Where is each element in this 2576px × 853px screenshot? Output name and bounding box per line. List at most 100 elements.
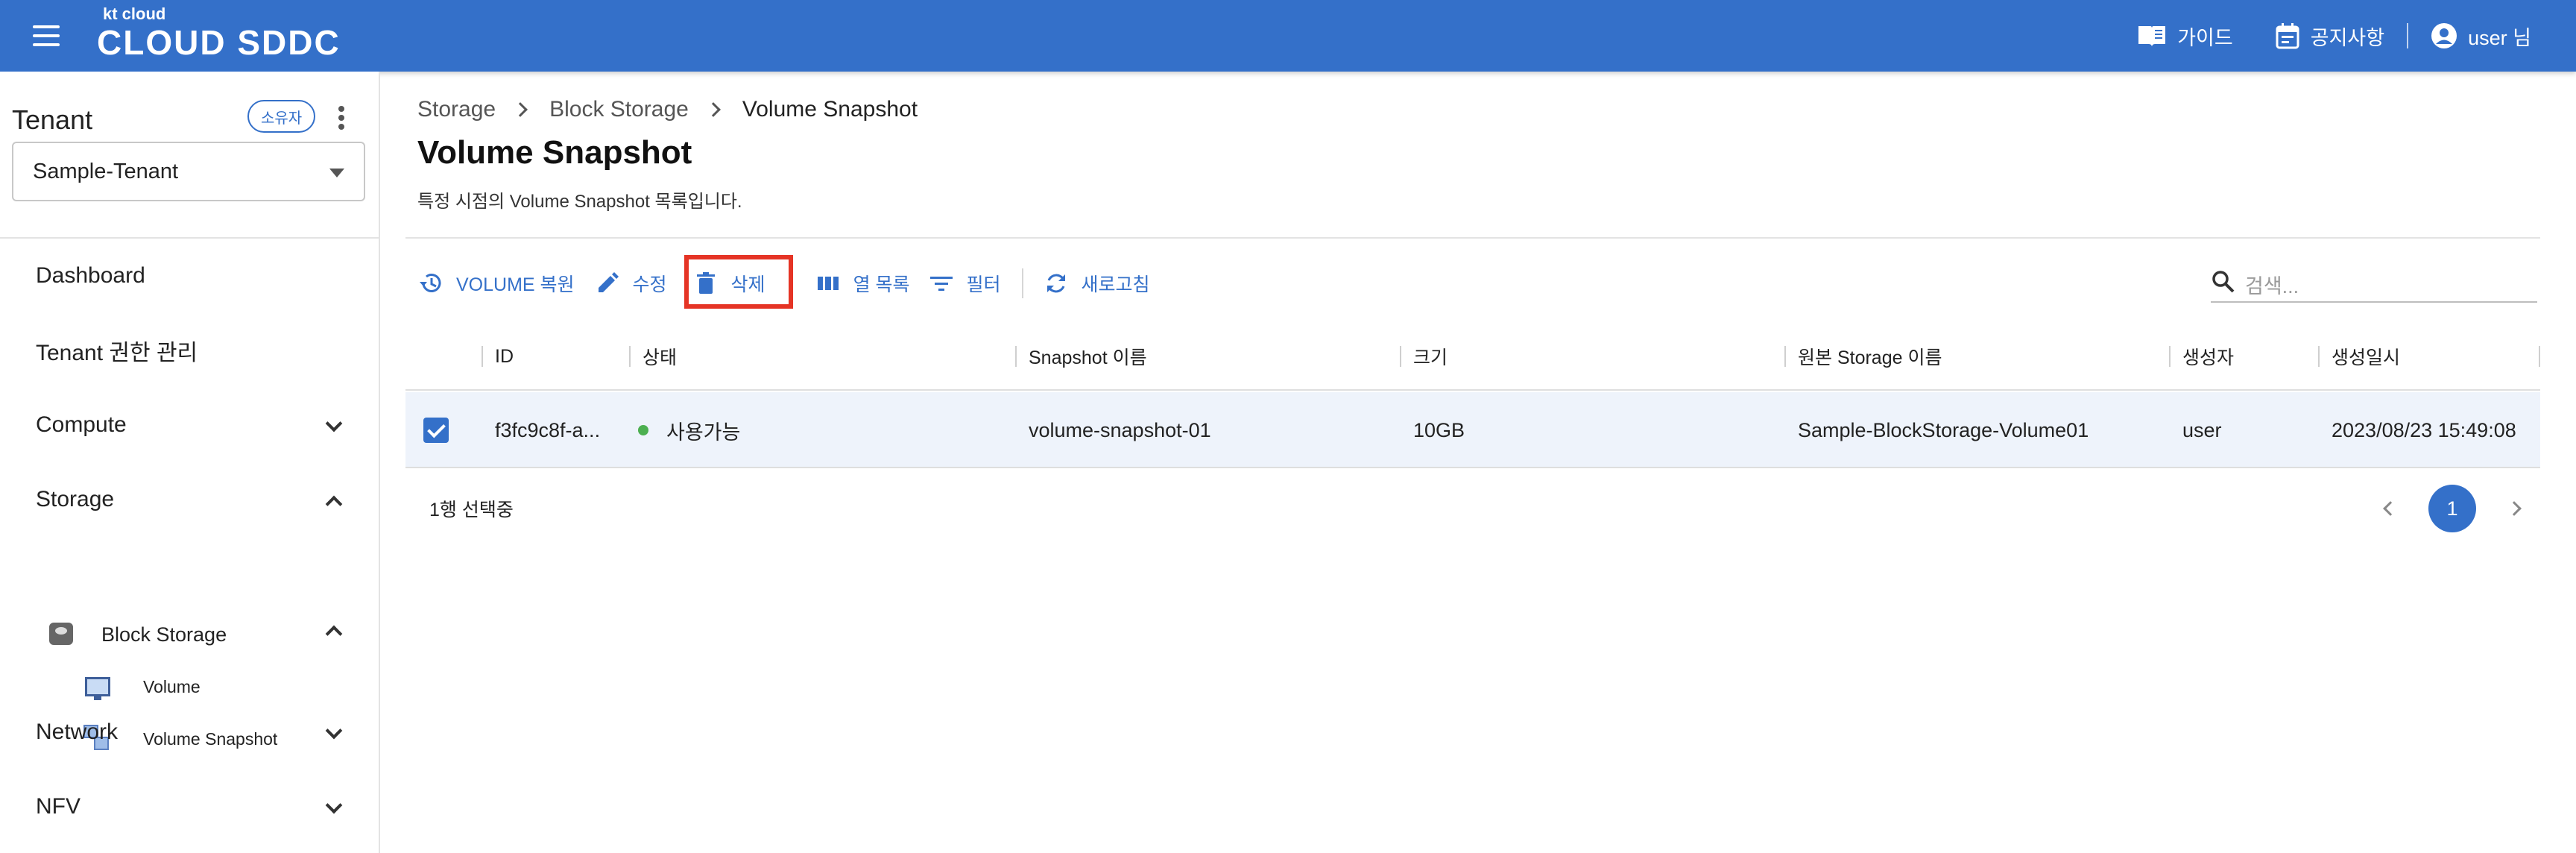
logo-main-text: CLOUD SDDC (97, 23, 341, 62)
sidebar-item-compute[interactable]: Compute (0, 395, 379, 455)
chevron-right-icon (705, 102, 721, 117)
edit-button[interactable]: 수정 (594, 262, 667, 304)
column-header-created-at[interactable]: 생성일시 (2318, 340, 2401, 373)
delete-highlight-box (684, 255, 793, 309)
column-header-creator[interactable]: 생성자 (2169, 340, 2235, 373)
sidebar-item-nfv[interactable]: NFV (0, 777, 379, 837)
notice-link[interactable]: 공지사항 (2275, 22, 2384, 51)
column-header-size[interactable]: 크기 (1400, 340, 1448, 373)
column-header-label: ID (495, 345, 514, 367)
breadcrumb-storage[interactable]: Storage (417, 97, 496, 122)
account-circle-icon (2431, 23, 2457, 48)
chevron-right-icon (513, 102, 528, 117)
column-header-status[interactable]: 상태 (629, 340, 678, 373)
chevron-up-icon (325, 625, 343, 643)
chevron-up-icon (325, 495, 343, 513)
owner-badge: 소유자 (247, 100, 316, 133)
column-header-source-storage[interactable]: 원본 Storage 이름 (1784, 340, 1942, 373)
logo-small-text: kt cloud (103, 4, 166, 23)
more-vert-icon[interactable] (332, 103, 350, 133)
search-input[interactable]: 검색... (2211, 261, 2537, 303)
sidebar-item-dashboard[interactable]: Dashboard (0, 246, 379, 306)
breadcrumb: Storage Block Storage Volume Snapshot (417, 97, 918, 122)
column-separator (482, 346, 483, 367)
hamburger-menu-icon[interactable] (28, 21, 64, 51)
user-label: user 님 (2468, 26, 2531, 49)
table-row[interactable]: f3fc9c8f-a... 사용가능 volume-snapshot-01 10… (405, 392, 2540, 468)
notice-label: 공지사항 (2310, 26, 2385, 49)
column-separator (2169, 346, 2171, 367)
view-column-icon (817, 277, 839, 290)
search-icon (2212, 271, 2235, 293)
row-checkbox[interactable] (423, 418, 449, 443)
sidebar-item-label: Network (36, 720, 119, 744)
sidebar-item-label: Dashboard (36, 263, 145, 288)
chevron-down-icon (325, 415, 343, 432)
cell-snapshot-name: volume-snapshot-01 (1029, 418, 1211, 441)
user-menu[interactable]: user 님 (2431, 22, 2531, 51)
header-divider (2407, 23, 2409, 48)
volume-restore-button[interactable]: VOLUME 복원 (417, 262, 575, 304)
sidebar: Tenant 소유자 Sample-Tenant Dashboard Tenan… (0, 72, 380, 853)
page-button-current[interactable]: 1 (2428, 485, 2476, 532)
toolbar-divider (1021, 268, 1023, 298)
filter-button[interactable]: 필터 (928, 262, 1001, 304)
column-separator (1400, 346, 1401, 367)
guide-link[interactable]: 가이드 (2137, 22, 2233, 51)
cell-source-storage: Sample-BlockStorage-Volume01 (1798, 418, 2089, 441)
cell-creator: user (2182, 418, 2222, 441)
hard-drive-icon (49, 623, 73, 645)
column-separator (629, 346, 631, 367)
column-header-snapshot-name[interactable]: Snapshot 이름 (1015, 340, 1147, 373)
column-header-id[interactable]: ID (482, 340, 514, 373)
column-header-label: 생성일시 (2332, 347, 2401, 368)
column-list-button[interactable]: 열 목록 (815, 262, 910, 304)
column-header-label: 상태 (643, 347, 678, 368)
sidebar-item-label: Tenant 권한 관리 (36, 341, 198, 365)
content-divider (405, 237, 2540, 239)
pagination: 1 (2383, 485, 2522, 532)
breadcrumb-block-storage[interactable]: Block Storage (549, 97, 689, 122)
tenant-select-value: Sample-Tenant (33, 159, 179, 183)
filter-list-icon (929, 277, 953, 291)
column-header-label: 원본 Storage 이름 (1798, 347, 1942, 368)
top-header: kt cloud CLOUD SDDC 가이드 공지사항 user 님 (0, 0, 2576, 72)
sidebar-item-network[interactable]: Network (0, 702, 379, 762)
column-separator (1784, 346, 1786, 367)
column-list-label: 열 목록 (853, 274, 910, 295)
table-header: ID 상태 Snapshot 이름 크기 원본 Storage 이름 생성자 생… (405, 322, 2540, 391)
search-placeholder: 검색... (2245, 275, 2299, 298)
edit-label: 수정 (632, 274, 667, 295)
chevron-left-icon[interactable] (2383, 501, 2398, 516)
status-dot-icon (638, 425, 648, 435)
column-separator (2318, 346, 2320, 367)
cell-id: f3fc9c8f-a... (495, 418, 601, 441)
refresh-button[interactable]: 새로고침 (1043, 262, 1150, 304)
column-separator (1015, 346, 1017, 367)
cell-created-at: 2023/08/23 15:49:08 (2332, 418, 2516, 441)
sidebar-divider (0, 237, 379, 239)
column-header-label: 크기 (1413, 347, 1448, 368)
monitor-icon (85, 677, 110, 700)
tenant-select[interactable]: Sample-Tenant (12, 142, 365, 201)
column-header-label: 생성자 (2182, 347, 2235, 368)
page-title: Volume Snapshot (417, 134, 692, 171)
chevron-right-icon[interactable] (2507, 501, 2522, 516)
sidebar-item-tenant-permissions[interactable]: Tenant 권한 관리 (0, 321, 379, 380)
sidebar-item-label: Compute (36, 412, 127, 437)
sidebar-item-block-storage[interactable]: Block Storage (0, 610, 379, 659)
refresh-label: 새로고침 (1081, 274, 1150, 295)
sidebar-item-label: Block Storage (101, 623, 227, 646)
cell-status: 사용가능 (638, 415, 740, 446)
dropdown-caret-icon (329, 169, 344, 177)
sidebar-item-storage[interactable]: Storage (0, 470, 379, 529)
chevron-down-icon (325, 722, 343, 740)
calendar-icon (2276, 23, 2299, 49)
column-separator (2539, 346, 2540, 367)
sidebar-item-label: NFV (36, 794, 80, 819)
restore-history-icon (420, 274, 441, 292)
refresh-icon (1046, 274, 1065, 293)
status-label: 사용가능 (666, 421, 741, 444)
sidebar-item-label: Volume (143, 676, 201, 696)
tenant-title: Tenant (12, 104, 93, 135)
